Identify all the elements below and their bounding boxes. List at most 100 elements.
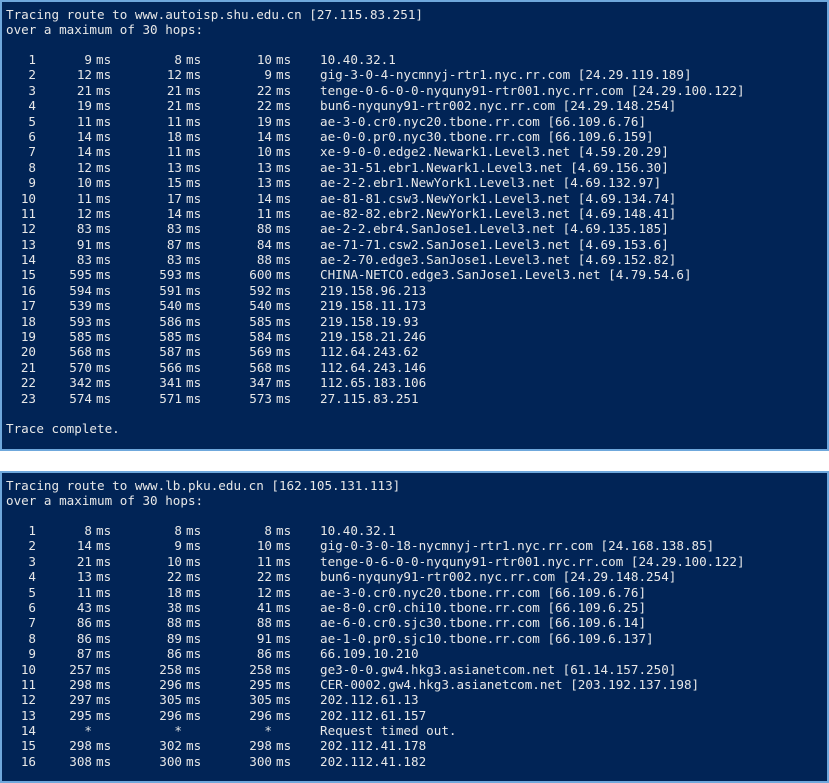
rtt-1: 21 [76, 82, 92, 98]
hop-number: 16 [20, 753, 36, 769]
rtt-3: 10 [256, 144, 272, 160]
rtt-unit: ms [276, 190, 292, 206]
console-window-trace-2[interactable]: Tracing route to www.lb.pku.edu.cn [162.… [0, 471, 829, 783]
hop-host: ge3-0-0.gw4.hkg3.asianetcom.net [61.14.1… [320, 661, 677, 677]
hop-host: ae-2-2.ebr1.NewYork1.Level3.net [4.69.13… [320, 175, 662, 191]
rtt-unit: ms [96, 82, 112, 98]
hop-host: 202.112.61.157 [320, 707, 427, 723]
hop-row: 18 593 ms 586 ms 585 ms 219.158.19.93 [6, 314, 823, 329]
rtt-2: 83 [166, 221, 182, 237]
rtt-unit: ms [276, 676, 292, 692]
rtt-unit: ms [186, 236, 202, 252]
hop-row: 11 12 ms 14 ms 11 ms ae-82-82.ebr2.NewYork1.Lev… [6, 206, 823, 221]
hop-host: 112.64.243.146 [320, 359, 427, 375]
rtt-unit: ms [96, 738, 112, 754]
rtt-unit: ms [96, 205, 112, 221]
hop-host: ae-1-0.pr0.sjc10.tbone.rr.com [66.109.6.… [320, 630, 654, 646]
rtt-unit: ms [276, 738, 292, 754]
rtt-unit: ms [186, 753, 202, 769]
hop-number: 11 [20, 205, 36, 221]
rtt-1: 342 [69, 375, 92, 391]
rtt-1: 595 [69, 267, 92, 283]
hop-number: 4 [28, 98, 36, 114]
rtt-2: 89 [166, 630, 182, 646]
hop-host: ae-31-51.ebr1.Newark1.Level3.net [4.69.1… [320, 159, 669, 175]
rtt-1: 593 [69, 313, 92, 329]
hop-host: CHINA-NETCO.edge3.SanJose1.Level3.net [4… [320, 267, 692, 283]
rtt-2: 587 [159, 344, 182, 360]
rtt-unit: ms [186, 52, 202, 67]
rtt-unit: ms [276, 599, 292, 615]
hop-host: bun6-nyquny91-rtr002.nyc.rr.com [24.29.1… [320, 98, 677, 114]
rtt-2: 591 [159, 282, 182, 298]
rtt-1: 14 [76, 538, 92, 554]
rtt-2: 258 [159, 661, 182, 677]
hop-host: ae-3-0.cr0.nyc20.tbone.rr.com [66.109.6.… [320, 113, 647, 129]
rtt-unit: ms [276, 205, 292, 221]
hop-number: 12 [20, 692, 36, 708]
hop-host: 219.158.11.173 [320, 298, 427, 314]
rtt-unit: ms [276, 359, 292, 375]
hop-list: 1 8 ms 8 ms 8 ms 10.40.32.1 2 14 ms 9 ms 10 ms gig-0-3-… [6, 523, 823, 769]
hop-host: 10.40.32.1 [320, 523, 396, 538]
hop-host: 66.109.10.210 [320, 646, 419, 662]
rtt-2: 18 [166, 584, 182, 600]
hop-row: 1 9 ms 8 ms 10 ms 10.40.32.1 [6, 52, 823, 67]
rtt-unit: ms [186, 646, 202, 662]
rtt-unit: ms [96, 359, 112, 375]
rtt-3: 88 [256, 252, 272, 268]
hop-row: 21 570 ms 566 ms 568 ms 112.64.243.146 [6, 360, 823, 375]
hop-row: 1 8 ms 8 ms 8 ms 10.40.32.1 [6, 523, 823, 538]
hop-host: ae-82-82.ebr2.NewYork1.Level3.net [4.69.… [320, 205, 677, 221]
console-window-trace-1[interactable]: Tracing route to www.autoisp.shu.edu.cn … [0, 0, 829, 451]
rtt-3: 88 [256, 615, 272, 631]
rtt-3: 86 [256, 646, 272, 662]
hop-number: 10 [20, 661, 36, 677]
hop-host: 219.158.96.213 [320, 282, 427, 298]
rtt-unit: ms [276, 630, 292, 646]
rtt-1: * [84, 723, 92, 739]
hop-row: 3 21 ms 10 ms 11 ms tenge-0-6-0-0-nyquny91-rtr0… [6, 554, 823, 569]
hop-list: 1 9 ms 8 ms 10 ms 10.40.32.1 2 12 ms 12 ms 9 ms gig-3-0… [6, 52, 823, 406]
rtt-1: 83 [76, 252, 92, 268]
hop-number: 20 [20, 344, 36, 360]
rtt-unit: ms [276, 236, 292, 252]
rtt-3: 585 [249, 313, 272, 329]
hop-host: ae-71-71.csw2.SanJose1.Level3.net [4.69.… [320, 236, 669, 252]
rtt-2: 302 [159, 738, 182, 754]
rtt-2: 18 [166, 128, 182, 144]
rtt-3: 91 [256, 630, 272, 646]
hop-number: 23 [20, 390, 36, 406]
rtt-unit: ms [276, 615, 292, 631]
hop-host: ae-3-0.cr0.nyc20.tbone.rr.com [66.109.6.… [320, 584, 647, 600]
hop-row: 5 11 ms 11 ms 19 ms ae-3-0.cr0.nyc20.tbone.rr.c… [6, 114, 823, 129]
rtt-unit: ms [276, 252, 292, 268]
rtt-unit: ms [276, 661, 292, 677]
rtt-3: * [264, 723, 272, 739]
hop-number: 6 [28, 128, 36, 144]
rtt-unit: ms [186, 615, 202, 631]
rtt-unit: ms [276, 344, 292, 360]
rtt-1: 19 [76, 98, 92, 114]
rtt-unit: ms [276, 221, 292, 237]
rtt-unit: ms [186, 144, 202, 160]
rtt-3: 600 [249, 267, 272, 283]
rtt-2: 87 [166, 236, 182, 252]
rtt-3: 22 [256, 82, 272, 98]
rtt-1: 308 [69, 753, 92, 769]
rtt-3: 568 [249, 359, 272, 375]
hop-number: 19 [20, 329, 36, 345]
rtt-unit: ms [276, 553, 292, 569]
hop-host: ae-2-70.edge3.SanJose1.Level3.net [4.69.… [320, 252, 677, 268]
hop-host: 112.65.183.106 [320, 375, 427, 391]
hop-host: xe-9-0-0.edge2.Newark1.Level3.net [4.59.… [320, 144, 669, 160]
rtt-2: 17 [166, 190, 182, 206]
rtt-unit: ms [186, 190, 202, 206]
hop-row: 2 12 ms 12 ms 9 ms gig-3-0-4-nycmnyj-rtr1.nyc.r… [6, 67, 823, 82]
rtt-unit: ms [96, 282, 112, 298]
rtt-2: * [174, 723, 182, 739]
rtt-unit: ms [186, 359, 202, 375]
hop-row: 16 594 ms 591 ms 592 ms 219.158.96.213 [6, 283, 823, 298]
rtt-1: 295 [69, 707, 92, 723]
rtt-2: 12 [166, 67, 182, 83]
